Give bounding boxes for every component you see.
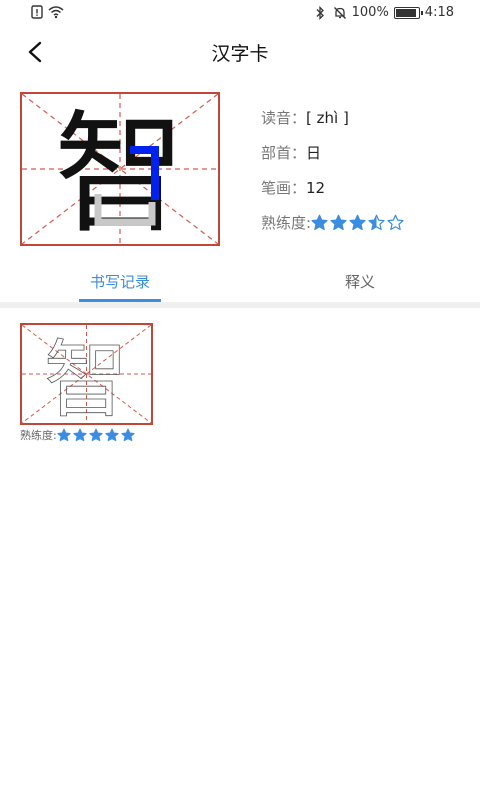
record-proficiency-label: 熟练度: [20, 429, 57, 442]
tab-writing-records[interactable]: 书写记录 [20, 264, 220, 304]
pinyin-row: 读音： [ zhì ] [261, 100, 471, 135]
star-filled-icon [73, 428, 87, 442]
radical-value: 日 [306, 144, 322, 162]
star-filled-icon [105, 428, 119, 442]
star-empty-icon [387, 214, 404, 231]
sim-alert-icon [30, 5, 44, 19]
star-filled-icon [349, 214, 366, 231]
mute-bell-icon [333, 6, 347, 20]
bluetooth-icon [314, 5, 328, 20]
tab-bar: 书写记录 释义 [0, 264, 480, 304]
strokes-label: 笔画： [261, 179, 307, 197]
star-filled-icon [311, 214, 328, 231]
strokes-value: 12 [306, 178, 326, 197]
battery-icon [393, 6, 423, 19]
handwritten-glyph: 智 [44, 331, 128, 423]
record-proficiency: 熟练度: [20, 427, 154, 443]
star-filled-icon [89, 428, 103, 442]
pinyin-label: 读音： [261, 109, 307, 127]
wifi-icon [48, 5, 64, 19]
battery-fill [395, 8, 416, 17]
proficiency-label: 熟练度: [261, 214, 312, 232]
clock: 4:18 [424, 5, 454, 20]
app-header: 汉字卡 [0, 26, 480, 78]
pinyin-value: [ zhì ] [306, 108, 349, 127]
writing-record-thumbnail[interactable]: 智 [20, 323, 153, 425]
strokes-row: 笔画： 12 [261, 170, 471, 205]
page-title: 汉字卡 [211, 43, 269, 65]
star-filled-icon [57, 428, 71, 442]
radical-row: 部首： 日 [261, 135, 471, 170]
star-filled-icon [121, 428, 135, 442]
character-practice-grid[interactable]: 智 [20, 92, 220, 246]
writing-record-card[interactable]: 智 熟练度: [20, 323, 154, 443]
proficiency-row: 熟练度: [261, 205, 471, 240]
radical-label: 部首： [261, 144, 307, 162]
section-divider [0, 302, 480, 308]
star-half-icon [368, 214, 385, 231]
character-info: 读音： [ zhì ] 部首： 日 笔画： 12 熟练度: [261, 100, 471, 240]
tab-meaning[interactable]: 释义 [260, 264, 460, 304]
status-bar: 100% 4:18 [0, 0, 480, 26]
star-filled-icon [330, 214, 347, 231]
battery-percent: 100% [351, 5, 389, 20]
record-proficiency-stars [57, 428, 135, 442]
proficiency-stars [311, 214, 404, 231]
